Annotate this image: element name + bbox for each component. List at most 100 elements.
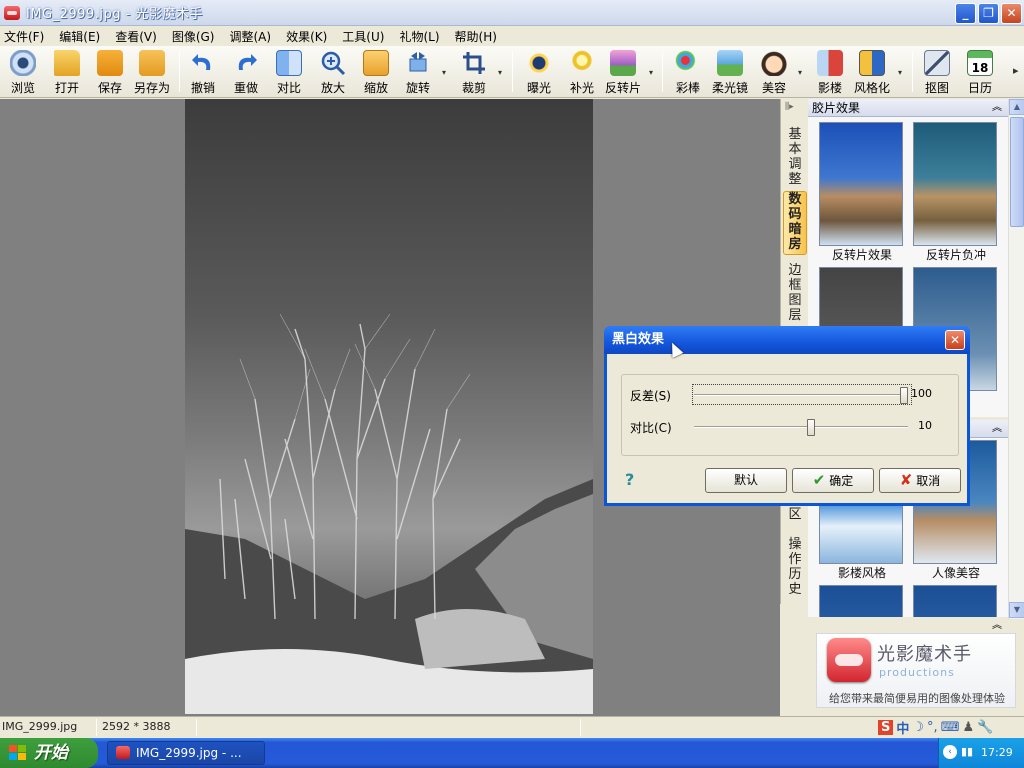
contrast-knob[interactable] [807, 419, 816, 436]
crop-button[interactable]: 裁剪 [458, 48, 490, 96]
cutout-button[interactable]: 抠图 [922, 48, 952, 96]
resize-button[interactable]: 缩放 [361, 48, 391, 96]
dialog-title: 黑白效果 [612, 332, 665, 347]
window-title: IMG_2999.jpg - 光影魔术手 [26, 7, 203, 22]
open-button[interactable]: 打开 [52, 48, 82, 96]
cancel-button[interactable]: ✘ 取消 [879, 468, 961, 493]
menu-help[interactable]: 帮助(H) [455, 28, 497, 45]
ime-chinese-mode[interactable]: 中 [896, 718, 909, 737]
status-bar: IMG_2999.jpg 2592 * 3888 S 中 ☽ °, ⌨ ♟ 🔧 [0, 716, 1024, 738]
thumb-reversal-effect[interactable]: 反转片效果 [819, 122, 905, 262]
panel-collapse-icon[interactable]: ⫼▸ [785, 102, 794, 112]
fill-light-button[interactable]: 补光 [567, 48, 597, 96]
minimize-button[interactable]: _ [955, 3, 976, 24]
ime-toolbar[interactable]: S 中 ☽ °, ⌨ ♟ 🔧 [878, 718, 993, 737]
title-bar[interactable]: IMG_2999.jpg - 光影魔术手 _ ❐ ✕ [0, 0, 1024, 26]
redo-button[interactable]: 重做 [231, 48, 261, 96]
scroll-up-icon[interactable]: ▲ [1009, 99, 1024, 115]
system-tray: ‹ ▮▮ 17:29 [938, 738, 1024, 768]
menu-gifts[interactable]: 礼物(L) [399, 28, 439, 45]
compare-button[interactable]: 对比 [274, 48, 304, 96]
ime-user-icon[interactable]: ♟ [962, 720, 974, 735]
crop-dropdown-icon[interactable]: ▾ [498, 68, 502, 77]
reversal-film-button[interactable]: 反转片 [603, 48, 643, 96]
landscape-photo-icon [610, 50, 636, 76]
thumb-studio-4[interactable] [913, 585, 999, 619]
ime-halfwidth-icon[interactable]: ☽ [912, 720, 924, 735]
tab-basic-adjust[interactable]: 基本调整 [783, 127, 807, 187]
panel-scrollbar[interactable]: ▲ ▼ [1008, 99, 1024, 619]
ime-logo-icon[interactable]: S [878, 720, 894, 735]
stylize-dropdown-icon[interactable]: ▾ [898, 68, 902, 77]
thumb-studio-3[interactable] [819, 585, 905, 619]
rotate-dropdown-icon[interactable]: ▾ [442, 68, 446, 77]
collapse-chevron-icon[interactable]: ︽ [992, 420, 1002, 438]
volume-icon[interactable]: ▮▮ [961, 745, 973, 758]
color-wand-icon [675, 50, 701, 76]
menu-image[interactable]: 图像(G) [172, 28, 215, 45]
slider-group: 反差(S) 100 对比(C) 10 [621, 374, 959, 456]
lightbulb-icon [569, 50, 595, 76]
redo-arrow-icon [233, 50, 259, 76]
menu-file[interactable]: 文件(F) [4, 28, 44, 45]
thumb-reversal-negative[interactable]: 反转片负冲 [913, 122, 999, 262]
bw-effect-dialog: 黑白效果 ✕ 反差(S) 100 对比(C) 10 ? 默认 ✔ 确定 ✘ 取消 [604, 326, 970, 506]
menu-tools[interactable]: 工具(U) [342, 28, 384, 45]
contrast-row: 对比(C) 10 [630, 417, 960, 437]
dialog-close-button[interactable]: ✕ [945, 330, 965, 350]
close-button[interactable]: ✕ [1001, 3, 1022, 24]
tab-digital-darkroom[interactable]: 数码暗房 [783, 191, 807, 255]
color-pen-button[interactable]: 彩棒 [673, 48, 703, 96]
ime-punct-icon[interactable]: °, [927, 720, 938, 735]
tray-expand-icon[interactable]: ‹ [943, 745, 957, 759]
browse-button[interactable]: 浏览 [8, 48, 38, 96]
menu-effects[interactable]: 效果(K) [286, 28, 327, 45]
save-as-button[interactable]: 另存为 [132, 48, 172, 96]
taskbar-app-item[interactable]: IMG_2999.jpg - ... [107, 741, 265, 765]
menu-edit[interactable]: 编辑(E) [59, 28, 100, 45]
rotate-button[interactable]: 旋转 [402, 48, 434, 96]
photo-preview[interactable] [185, 99, 593, 714]
portrait-icon [817, 50, 843, 76]
menu-adjust[interactable]: 调整(A) [229, 28, 271, 45]
ok-button[interactable]: ✔ 确定 [792, 468, 874, 493]
soft-focus-button[interactable]: 柔光镜 [711, 48, 749, 96]
scroll-thumb[interactable] [1010, 117, 1024, 227]
undo-button[interactable]: 撤销 [188, 48, 218, 96]
start-button[interactable]: 开始 [0, 738, 98, 768]
tab-history[interactable]: 操作历史 [783, 537, 807, 597]
maximize-button[interactable]: ❐ [978, 3, 999, 24]
dialog-title-bar[interactable]: 黑白效果 ✕ [604, 326, 970, 354]
menu-view[interactable]: 查看(V) [115, 28, 157, 45]
calendar-button[interactable]: 18 日历 [965, 48, 995, 96]
rotate-icon [405, 50, 431, 76]
collapse-chevron-icon[interactable]: ︽ [992, 99, 1002, 117]
zoom-in-button[interactable]: 放大 [318, 48, 348, 96]
status-dimensions: 2592 * 3888 [102, 720, 171, 733]
film-effects-header[interactable]: 胶片效果 ︽ [808, 99, 1008, 117]
clock[interactable]: 17:29 [981, 746, 1013, 759]
ime-settings-icon[interactable]: 🔧 [977, 720, 993, 735]
contrast-slider[interactable] [694, 419, 908, 436]
beauty-dropdown-icon[interactable]: ▾ [798, 68, 802, 77]
beauty-button[interactable]: 美容 [759, 48, 789, 96]
contrast-range-slider[interactable] [694, 387, 908, 404]
exposure-button[interactable]: 曝光 [524, 48, 554, 96]
toolbar-more-icon[interactable]: ▸ [1013, 64, 1019, 77]
stylize-button[interactable]: 风格化 [852, 48, 892, 96]
checkmark-icon: ✔ [812, 471, 826, 489]
default-button[interactable]: 默认 [705, 468, 787, 493]
studio-button[interactable]: 影楼 [815, 48, 845, 96]
help-icon[interactable]: ? [625, 470, 634, 489]
ime-keyboard-icon[interactable]: ⌨ [941, 720, 960, 735]
scroll-down-icon[interactable]: ▼ [1009, 602, 1024, 618]
save-button[interactable]: 保存 [95, 48, 125, 96]
toolbar: 浏览 打开 保存 另存为 撤销 重做 对比 放大 缩放 旋转 ▾ 裁剪 ▾ 曝光… [0, 46, 1024, 98]
windows-logo-icon [9, 745, 27, 761]
reversal-dropdown-icon[interactable]: ▾ [649, 68, 653, 77]
app-icon[interactable] [4, 5, 20, 20]
contrast-range-knob[interactable] [900, 387, 908, 404]
tab-region[interactable]: 区 [783, 507, 807, 523]
contrast-range-row: 反差(S) 100 [630, 384, 960, 405]
tab-border-layer[interactable]: 边框图层 [783, 263, 807, 323]
